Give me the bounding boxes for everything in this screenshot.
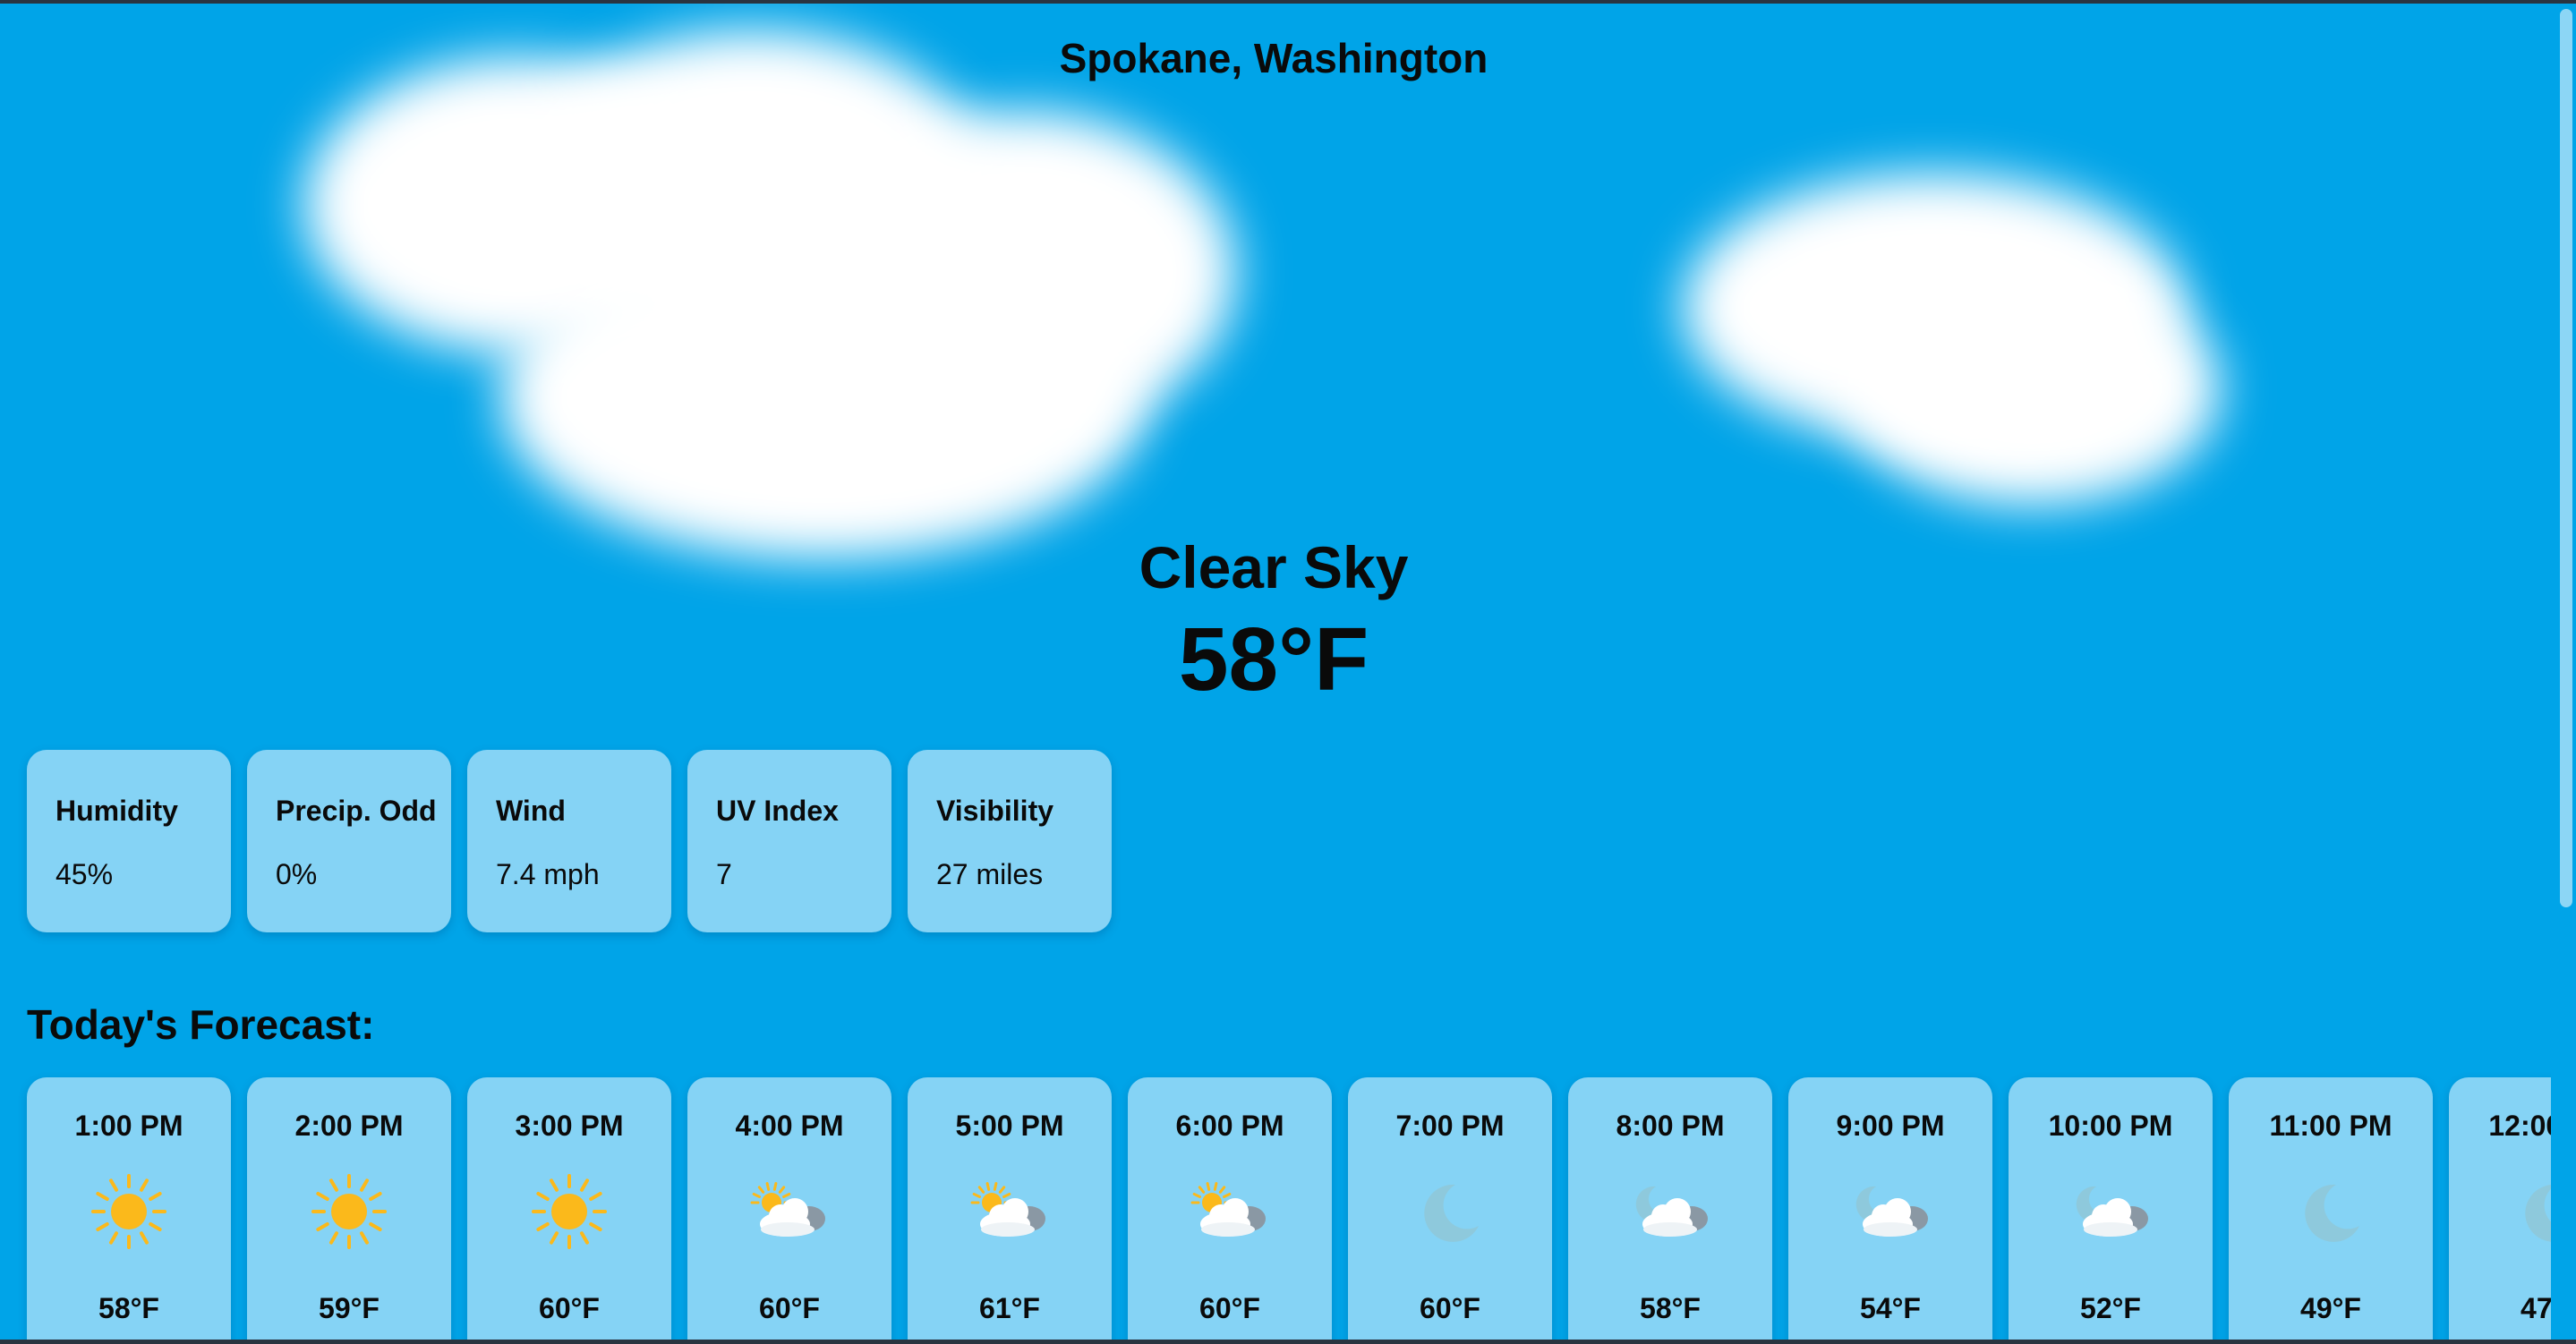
hour-temperature: 60°F <box>759 1292 820 1324</box>
scrollbar-thumb[interactable] <box>2560 9 2572 907</box>
hour-time: 8:00 PM <box>1616 1110 1725 1142</box>
hour-time: 11:00 PM <box>2269 1110 2393 1142</box>
hour-temperature: 54°F <box>1860 1292 1921 1324</box>
hour-time: 3:00 PM <box>515 1110 624 1142</box>
hour-time: 5:00 PM <box>955 1110 1064 1142</box>
hour-temperature: 59°F <box>319 1292 380 1324</box>
hour-time: 6:00 PM <box>1175 1110 1284 1142</box>
hour-time: 9:00 PM <box>1836 1110 1945 1142</box>
hour-card: 11:00 PM 49°F <box>2229 1077 2433 1340</box>
hour-card: 6:00 PM 60°F <box>1128 1077 1332 1340</box>
moon-icon <box>2286 1167 2376 1256</box>
stat-label: Visibility <box>936 795 1054 827</box>
hour-temperature: 49°F <box>2300 1292 2361 1324</box>
cloud-decoration <box>501 236 1146 558</box>
sun-icon <box>525 1167 614 1256</box>
hour-temperature: 52°F <box>2080 1292 2141 1324</box>
sun-cloud-icon <box>965 1167 1054 1256</box>
hour-card: 1:00 PM 58°F <box>27 1077 231 1340</box>
stat-card-humidity: Humidity 45% <box>27 750 231 932</box>
current-temperature: 58°F <box>1178 609 1369 710</box>
cloud-decoration <box>1844 272 2220 505</box>
stat-label: Wind <box>496 795 566 827</box>
hourly-forecast-row[interactable]: 1:00 PM 58°F 2:00 PM 59°F 3:00 PM 60°F 4:00 PM… <box>27 1077 2551 1340</box>
hour-time: 1:00 PM <box>74 1110 183 1142</box>
moon-icon <box>1405 1167 1495 1256</box>
hour-time: 4:00 PM <box>735 1110 844 1142</box>
hour-card: 8:00 PM 58°F <box>1568 1077 1772 1340</box>
hour-time: 2:00 PM <box>294 1110 404 1142</box>
stat-label: Precip. Odd <box>276 795 437 827</box>
content-area: Spokane, Washington Clear Sky 58°F Humid… <box>0 4 2551 1340</box>
scrollbar-track[interactable] <box>2553 4 2576 1340</box>
hour-card: 2:00 PM 59°F <box>247 1077 451 1340</box>
stat-value: 27 miles <box>936 858 1044 890</box>
weather-app: Spokane, Washington Clear Sky 58°F Humid… <box>0 4 2576 1340</box>
hour-time: 7:00 PM <box>1395 1110 1505 1142</box>
stat-value: 45% <box>55 858 114 890</box>
hour-temperature: 58°F <box>1640 1292 1701 1324</box>
moon-cloud-icon <box>2066 1167 2155 1256</box>
hour-temperature: 60°F <box>1199 1292 1260 1324</box>
hour-card: 10:00 PM 52°F <box>2009 1077 2213 1340</box>
stat-value: 7 <box>716 858 732 890</box>
hour-card: 5:00 PM 61°F <box>908 1077 1112 1340</box>
stat-card-visibility: Visibility 27 miles <box>908 750 1112 932</box>
sun-cloud-icon <box>745 1167 834 1256</box>
hour-time: 12:00 AM <box>2488 1110 2551 1142</box>
stat-card-precipitation: Precip. Odd 0% <box>247 750 451 932</box>
hour-card: 9:00 PM 54°F <box>1788 1077 1992 1340</box>
hour-time: 10:00 PM <box>2048 1110 2173 1142</box>
stat-card-uv-index: UV Index 7 <box>687 750 891 932</box>
moon-icon <box>2506 1167 2551 1256</box>
moon-cloud-icon <box>1846 1167 1935 1256</box>
hour-card: 4:00 PM 60°F <box>687 1077 891 1340</box>
sun-icon <box>304 1167 394 1256</box>
hour-temperature: 47°F <box>2521 1292 2551 1324</box>
hour-temperature: 61°F <box>979 1292 1040 1324</box>
stat-value: 7.4 mph <box>496 858 600 890</box>
forecast-heading: Today's Forecast: <box>27 1001 375 1048</box>
moon-cloud-icon <box>1625 1167 1715 1256</box>
current-condition: Clear Sky <box>1139 534 1409 600</box>
hour-temperature: 60°F <box>1420 1292 1480 1324</box>
location-title: Spokane, Washington <box>1059 35 1488 81</box>
stat-card-wind: Wind 7.4 mph <box>467 750 671 932</box>
stat-value: 0% <box>276 858 318 890</box>
stat-label: UV Index <box>716 795 839 827</box>
sun-icon <box>84 1167 174 1256</box>
hour-card: 12:00 AM 47°F <box>2449 1077 2551 1340</box>
window-bottom-edge <box>0 1340 2576 1344</box>
hour-temperature: 58°F <box>98 1292 159 1324</box>
hour-temperature: 60°F <box>539 1292 600 1324</box>
stats-row: Humidity 45% Precip. Odd 0% Wind 7.4 mph… <box>27 750 1112 932</box>
sun-cloud-icon <box>1185 1167 1275 1256</box>
stat-label: Humidity <box>55 795 178 827</box>
hour-card: 7:00 PM 60°F <box>1348 1077 1552 1340</box>
hour-card: 3:00 PM 60°F <box>467 1077 671 1340</box>
